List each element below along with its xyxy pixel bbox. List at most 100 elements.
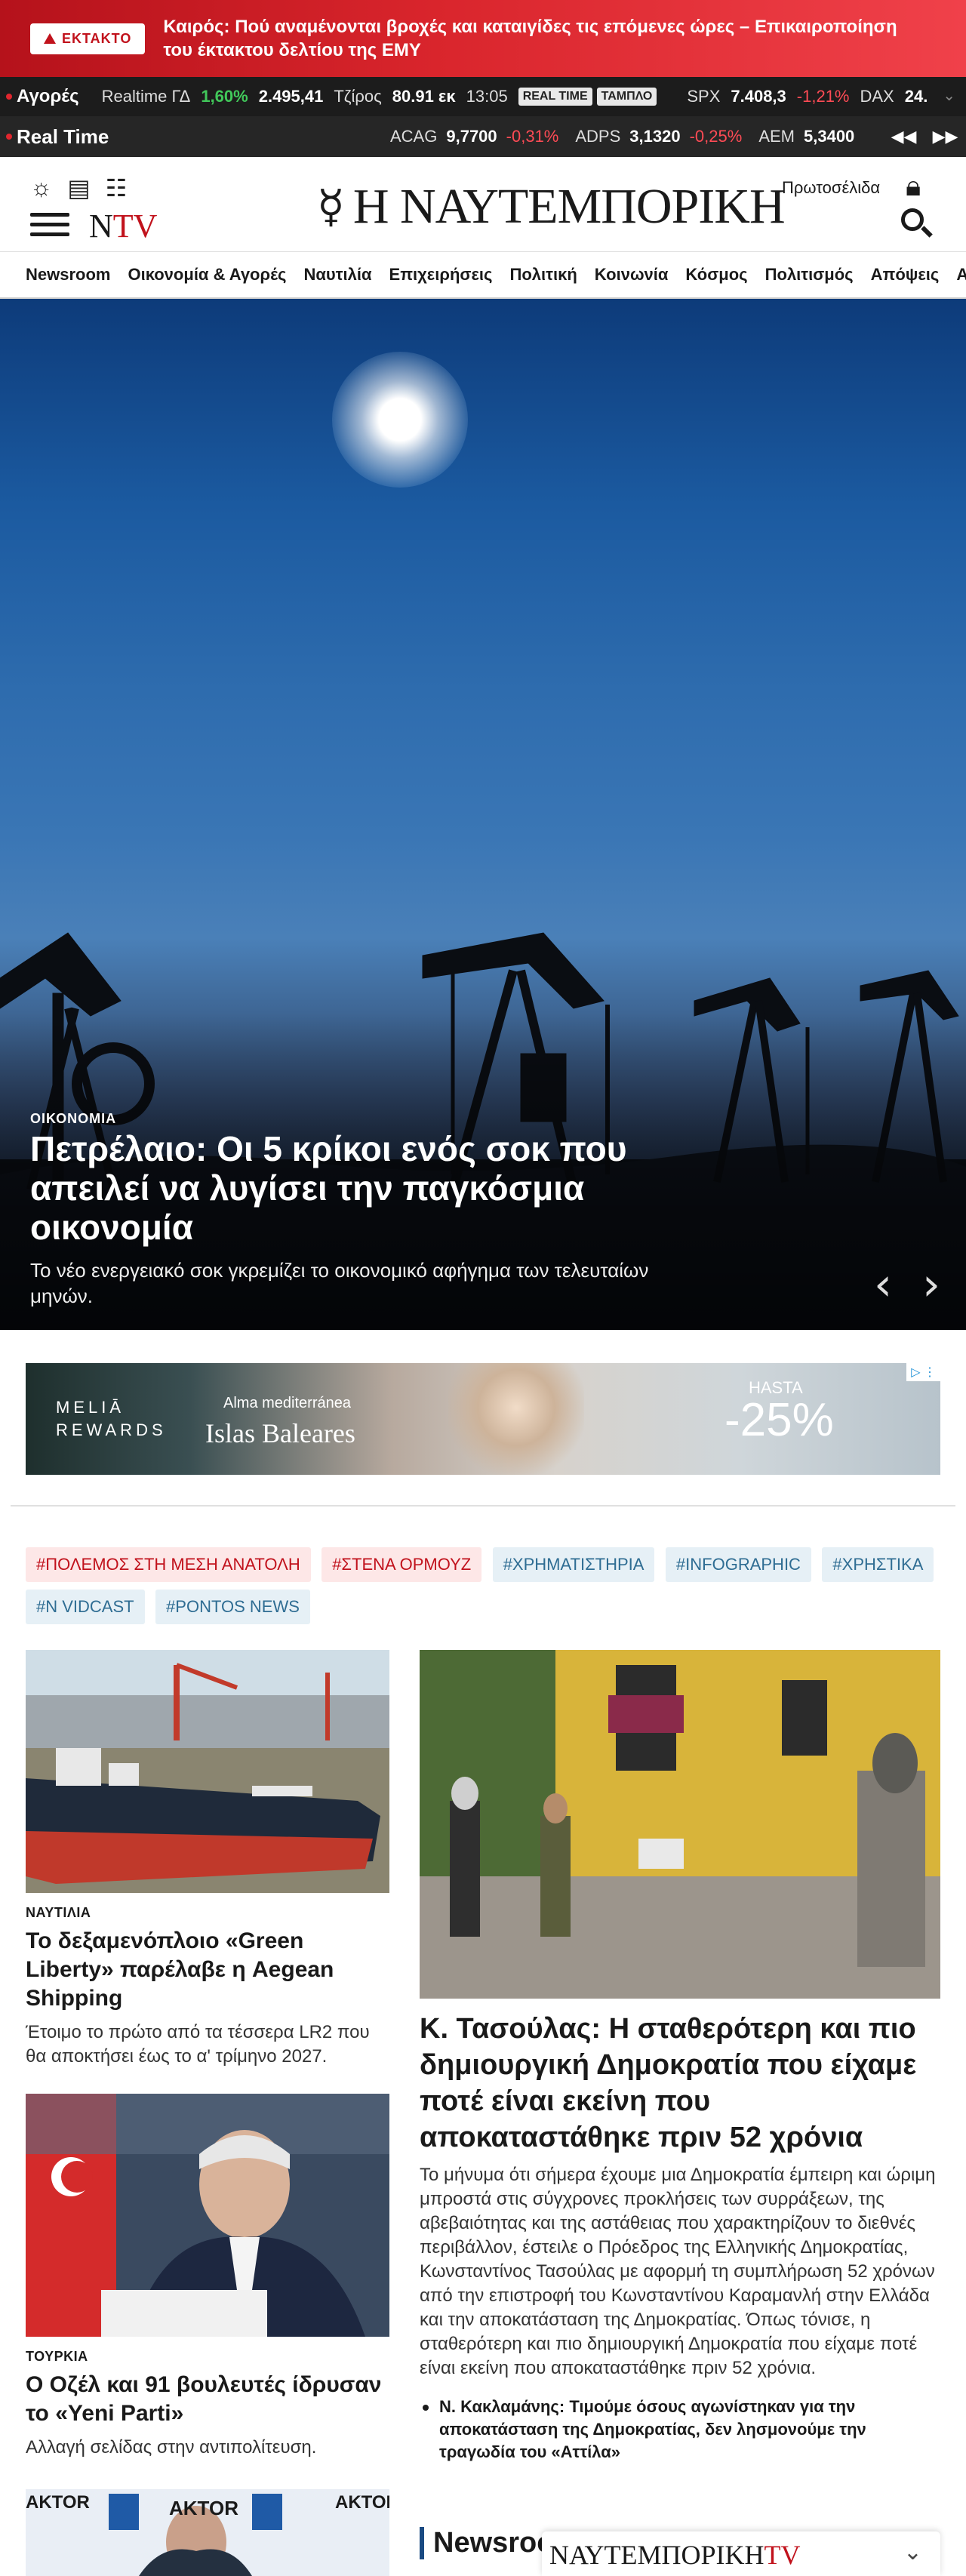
chevron-down-icon[interactable]: ⌄ [943,86,955,105]
article-thumbnail[interactable] [26,2094,389,2337]
ad-image [448,1363,584,1475]
live-dot-icon [6,134,12,140]
spx-value: 7.408,3 [731,87,786,106]
forward-icon[interactable]: ▶▶ [933,127,958,146]
ntv-link[interactable]: NTV [89,207,157,245]
stock-name: AEM [758,127,795,146]
tag-link[interactable]: #PONTOS NEWS [155,1590,310,1624]
ntv-sticky-player[interactable]: ΝΑΥΤΕΜΠΟΡΙΚΗTV ⌄ [542,2531,940,2576]
index-change: 1,60% [201,87,248,106]
stock-value: 5,3400 [804,127,855,146]
markets-label[interactable]: Αγορές [17,86,79,107]
featured-article-title[interactable]: Κ. Τασούλας: Η σταθερότερη και πιο δημιο… [420,2011,940,2156]
site-header: ☼ ▤ ☷ NTV ☿ Η ΝΑΥΤΕΜΠΟΡΙΚΗ Πρωτοσέλιδα 🔒… [0,157,966,252]
article-thumbnail[interactable]: AKTOR AKTOR AKTOR [26,2489,389,2576]
ntv-accent: TV [112,208,158,245]
header-utility-icons: ☼ ▤ ☷ [30,174,127,202]
stock-change: -0,31% [506,127,559,146]
nav-item-business[interactable]: Επιχειρήσεις [389,265,493,285]
ad-discount: -25% [724,1394,834,1446]
ntv-letter: N [89,208,113,245]
site-logo[interactable]: ☿ Η ΝΑΥΤΕΜΠΟΡΙΚΗ [317,178,786,235]
tag-link[interactable]: #N VIDCAST [26,1590,145,1624]
board-button[interactable]: ΤΑΜΠΛΟ [596,88,657,106]
realtime-button[interactable]: REAL TIME [518,88,592,106]
carousel-next-icon[interactable]: › [922,1262,945,1307]
tag-link[interactable]: #ΠΟΛΕΜΟΣ ΣΤΗ ΜΕΣΗ ΑΝΑΤΟΛΗ [26,1547,311,1582]
stock-change: -0,25% [689,127,743,146]
warning-icon [44,33,56,44]
carousel-prev-icon[interactable]: ‹ [874,1262,897,1307]
ticker-time: 13:05 [466,87,508,106]
traffic-light-icon[interactable]: ☷ [106,174,128,202]
breaking-badge: ΕΚΤΑΚΤΟ [30,23,146,54]
article-title[interactable]: Το δεξαμενόπλοιο «Green Liberty» παρέλαβ… [26,1927,389,2013]
nav-item-society[interactable]: Κοινωνία [595,265,669,285]
realtime-index-label: Realtime ΓΔ [101,87,191,106]
lock-icon[interactable]: 🔒︎ [906,171,921,203]
nav-item-economy[interactable]: Οικονομία & Αγορές [128,265,286,285]
article-category[interactable]: ΝΑΥΤΙΛΙΑ [26,1905,389,1921]
sponsor-logo-left: AKTOR [26,2492,90,2513]
turnover-value: 80.91 εκ [392,87,456,106]
logo-text: Η ΝΑΥΤΕΜΠΟΡΙΚΗ [352,179,786,234]
tag-link[interactable]: #ΧΡΗΣΤΙΚΑ [822,1547,934,1582]
article-description: Έτοιμο το πρώτο από τα τέσσερα LR2 που θ… [26,2022,370,2067]
stock-value: 9,7700 [446,127,497,146]
tag-link[interactable]: #INFOGRAPHIC [665,1547,811,1582]
article-category[interactable]: ΤΟΥΡΚΙΑ [26,2349,389,2365]
frontpages-link[interactable]: Πρωτοσέλιδα [782,178,880,198]
article-thumbnail[interactable] [26,1650,389,1893]
article-title[interactable]: Ο Οζέλ και 91 βουλευτές ίδρυσαν το «Yeni… [26,2371,389,2428]
featured-article-description: Το μήνυμα ότι σήμερα έχουμε μια Δημοκρατ… [420,2165,936,2378]
realtime-ticker: Real Time ACAG 9,7700 -0,31% ADPS 3,1320… [0,116,966,157]
section-divider [11,1505,955,1507]
index-value: 2.495,41 [258,87,324,106]
live-dot-icon [6,94,12,100]
breaking-badge-label: ΕΚΤΑΚΤΟ [62,30,132,46]
tag-link[interactable]: #ΣΤΕΝΑ ΟΡΜΟΥΖ [321,1547,482,1582]
ad-destination: Islas Baleares [205,1418,355,1448]
nav-item-world[interactable]: Κόσμος [685,265,747,285]
hero-image-sun [332,352,468,488]
ntv-player-logo: ΝΑΥΤΕΜΠΟΡΙΚΗTV [549,2540,801,2570]
turnover-label: Τζίρος [334,87,382,106]
hero-carousel[interactable]: ΟΙΚΟΝΟΜΙΑ Πετρέλαιο: Οι 5 κρίκοι ενός σο… [0,299,966,1330]
article-card[interactable]: AKTOR AKTOR AKTOR [26,2489,389,2576]
sponsor-logo-center: AKTOR [169,2497,238,2519]
stock-value: 3,1320 [629,127,681,146]
hamburger-menu-icon[interactable] [30,213,69,240]
rewind-icon[interactable]: ◀◀ [891,127,917,146]
hero-title[interactable]: Πετρέλαιο: Οι 5 κρίκοι ενός σοκ που απει… [30,1129,694,1247]
stock-name: ADPS [575,127,621,146]
dax-label: DAX [860,87,894,106]
stock-name: ACAG [390,127,438,146]
nav-item-culture[interactable]: Πολιτισμός [765,265,854,285]
weather-icon[interactable]: ☼ [30,174,52,202]
ad-choices-icon[interactable]: ▷ ⋮ [906,1363,940,1381]
nav-item-sports[interactable]: Αθλη [956,265,966,285]
chevron-down-icon[interactable]: ⌄ [903,2539,922,2565]
hermes-logo-icon: ☿ [317,182,345,232]
nav-item-newsroom[interactable]: Newsroom [26,265,110,285]
realtime-label[interactable]: Real Time [17,125,390,149]
article-card[interactable]: ΝΑΥΤΙΛΙΑ Το δεξαμενόπλοιο «Green Liberty… [26,1650,389,2069]
nav-item-politics[interactable]: Πολιτική [509,265,577,285]
featured-article[interactable]: Κ. Τασούλας: Η σταθερότερη και πιο δημιο… [420,1650,940,2464]
breaking-headline[interactable]: Καιρός: Πού αναμένονται βροχές και καται… [163,15,918,62]
breaking-news-banner[interactable]: ΕΚΤΑΚΤΟ Καιρός: Πού αναμένονται βροχές κ… [0,0,966,77]
nav-item-shipping[interactable]: Ναυτιλία [303,265,371,285]
nav-item-opinions[interactable]: Απόψεις [871,265,940,285]
sponsor-logo-right: AKTOR [335,2492,389,2513]
search-icon[interactable] [901,208,934,242]
ad-tagline: Alma mediterránea [223,1395,351,1411]
dax-value: 24. [904,87,928,106]
tag-link[interactable]: #ΧΡΗΜΑΤΙΣΤΗΡΙΑ [492,1547,655,1582]
article-card[interactable]: ΤΟΥΡΚΙΑ Ο Οζέλ και 91 βουλευτές ίδρυσαν … [26,2094,389,2460]
featured-article-image[interactable] [420,1650,940,1999]
advertisement-banner[interactable]: MELIĀ REWARDS Alma mediterránea Islas Bal… [26,1363,940,1475]
hero-category[interactable]: ΟΙΚΟΝΟΜΙΑ [30,1111,116,1127]
related-article-link[interactable]: Ν. Κακλαμάνης: Τιμούμε όσους αγωνίστηκαν… [420,2396,940,2464]
newspaper-icon[interactable]: ▤ [67,174,90,202]
ticker-arrows: ◀◀ ▶▶ [883,116,966,157]
